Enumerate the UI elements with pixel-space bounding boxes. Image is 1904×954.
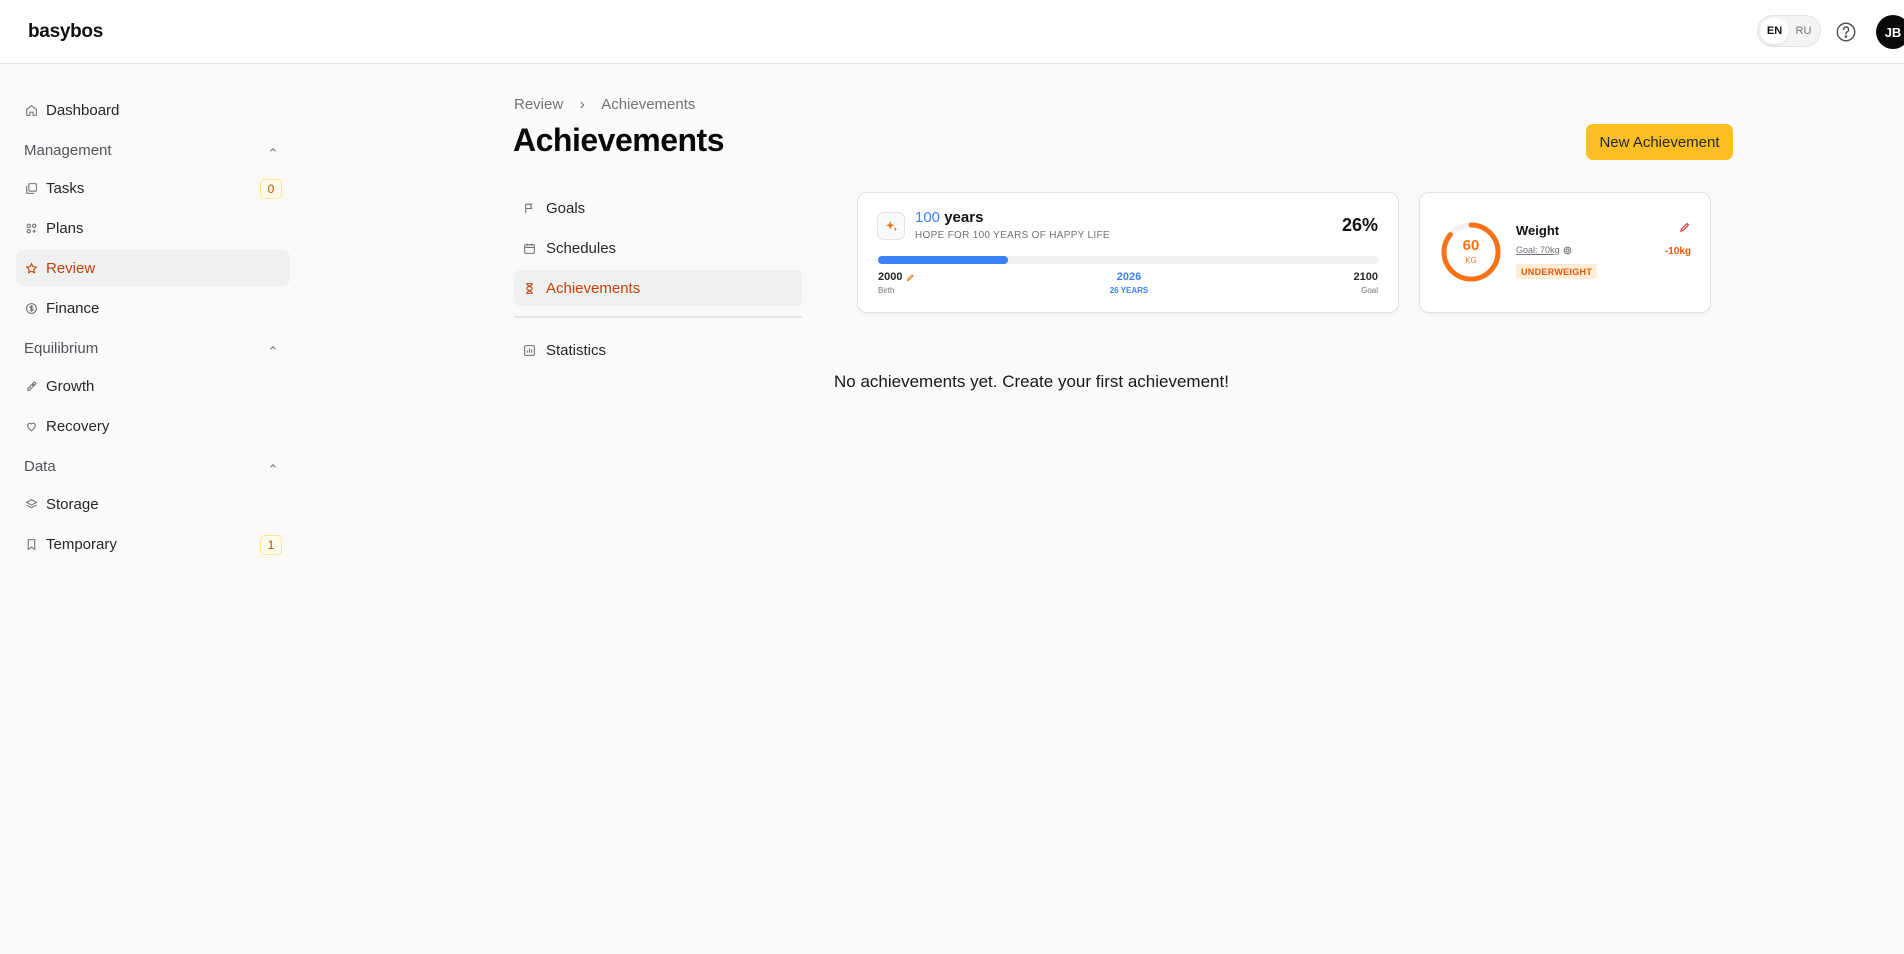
home-icon: [24, 103, 38, 117]
chevron-up-icon: [270, 346, 276, 350]
chart-icon: [522, 343, 536, 357]
dollar-circle-icon: [24, 301, 38, 315]
subnav-item-schedules[interactable]: Schedules: [514, 230, 802, 266]
timeline-start: 2000 Birth: [878, 271, 915, 295]
sidebar-item-growth[interactable]: Growth: [16, 368, 290, 404]
breadcrumb-review-link[interactable]: Review: [514, 96, 563, 113]
sidebar-item-label: Finance: [46, 299, 100, 317]
chevron-up-icon: [270, 464, 276, 468]
timeline-current: 2026 26 YEARS: [1079, 271, 1179, 295]
subnav-item-goals[interactable]: Goals: [514, 190, 802, 226]
start-year: 2000: [878, 271, 903, 283]
sidebar-item-finance[interactable]: Finance: [16, 290, 290, 326]
temporary-count-badge: 1: [260, 535, 282, 555]
bookmark-icon: [24, 537, 38, 551]
weight-goal-text: Goal: 70kg: [1516, 245, 1560, 255]
review-subnav: Goals Schedules Achievements Statistics: [514, 190, 802, 372]
sidebar-item-tasks[interactable]: Tasks 0: [16, 170, 290, 206]
chevron-right-icon: [577, 99, 587, 111]
sidebar-group-label: Equilibrium: [24, 339, 99, 357]
subnav-item-label: Statistics: [546, 341, 607, 359]
weight-value: 60: [1462, 237, 1480, 254]
pencil-icon[interactable]: [1679, 221, 1691, 233]
flag-icon: [522, 201, 536, 215]
weight-status-badge: UNDERWEIGHT: [1516, 264, 1598, 279]
sidebar-item-label: Tasks: [46, 179, 85, 197]
sidebar-group-label: Management: [24, 141, 112, 159]
life-progress-bar: [878, 256, 1379, 264]
end-label: Goal: [1361, 286, 1378, 295]
end-year: 2100: [1353, 271, 1378, 283]
sidebar-group-management[interactable]: Management: [16, 132, 290, 168]
sidebar-item-recovery[interactable]: Recovery: [16, 408, 290, 444]
rocket-icon: [24, 379, 38, 393]
breadcrumb: Review Achievements: [514, 96, 695, 113]
weight-unit: KG: [1465, 256, 1477, 265]
life-goal-number: 100: [915, 209, 941, 226]
calendar-icon: [522, 241, 536, 255]
page-title: Achievements: [513, 122, 724, 158]
subnav-item-label: Schedules: [546, 239, 617, 257]
sidebar-item-label: Plans: [46, 219, 84, 237]
current-label: 26 YEARS: [1109, 286, 1149, 295]
target-icon: [1563, 246, 1571, 254]
chevron-up-icon: [270, 148, 276, 152]
new-achievement-button[interactable]: New Achievement: [1586, 124, 1733, 160]
sidebar-item-label: Dashboard: [46, 101, 120, 119]
subnav-divider: [514, 316, 802, 318]
help-icon[interactable]: [1835, 21, 1857, 43]
tasks-count-badge: 0: [260, 179, 282, 199]
sidebar-group-label: Data: [24, 457, 56, 475]
sidebar-item-label: Temporary: [46, 535, 117, 553]
lang-option-ru[interactable]: RU: [1789, 18, 1818, 44]
sidebar-item-plans[interactable]: Plans: [16, 210, 290, 246]
hourglass-icon: [522, 281, 536, 295]
life-progress-fill: [878, 256, 1009, 264]
weight-card[interactable]: 60 KG Weight Goal: 70kg UNDERWEIGHT -10k…: [1419, 192, 1711, 313]
weight-goal-link[interactable]: Goal: 70kg: [1516, 245, 1572, 255]
weight-title: Weight: [1516, 223, 1560, 238]
heart-icon: [24, 419, 38, 433]
timeline-end: 2100 Goal: [1354, 271, 1378, 295]
current-year: 2026: [1116, 271, 1142, 283]
app-logo[interactable]: basybos: [28, 21, 103, 43]
sidebar-item-label: Recovery: [46, 417, 110, 435]
grid-icon: [24, 221, 38, 235]
layers-icon: [24, 181, 38, 195]
user-avatar[interactable]: JB: [1876, 15, 1904, 49]
sidebar-item-dashboard[interactable]: Dashboard: [16, 92, 290, 128]
sidebar-item-label: Storage: [46, 495, 99, 513]
life-goal-unit: years: [944, 209, 984, 226]
empty-state-message: No achievements yet. Create your first a…: [834, 372, 1229, 391]
stack-icon: [24, 497, 38, 511]
life-goal-percent: 26%: [1341, 215, 1378, 235]
sidebar-item-temporary[interactable]: Temporary 1: [16, 526, 290, 562]
top-bar: basybos EN RU JB: [0, 0, 1904, 64]
sidebar-item-review[interactable]: Review: [16, 250, 290, 286]
life-goal-card[interactable]: 100 years HOPE FOR 100 YEARS OF HAPPY LI…: [857, 192, 1399, 313]
subnav-item-label: Goals: [546, 199, 586, 217]
start-label: Birth: [878, 286, 895, 295]
subnav-item-statistics[interactable]: Statistics: [514, 332, 802, 368]
life-goal-subtitle: HOPE FOR 100 YEARS OF HAPPY LIFE: [915, 230, 1110, 241]
sidebar-item-label: Growth: [46, 377, 95, 395]
weight-difference: -10kg: [1664, 246, 1691, 257]
sidebar-item-label: Review: [46, 259, 96, 277]
sparkles-icon: [877, 212, 905, 240]
breadcrumb-current: Achievements: [601, 96, 696, 113]
sidebar-item-storage[interactable]: Storage: [16, 486, 290, 522]
pencil-icon[interactable]: [906, 273, 915, 282]
star-icon: [24, 261, 38, 275]
sidebar: Dashboard Management Tasks 0 Plans Revie…: [16, 92, 290, 566]
sidebar-group-equilibrium[interactable]: Equilibrium: [16, 330, 290, 366]
sidebar-group-data[interactable]: Data: [16, 448, 290, 484]
language-switch[interactable]: EN RU: [1757, 15, 1821, 47]
subnav-item-label: Achievements: [546, 279, 641, 297]
subnav-item-achievements[interactable]: Achievements: [514, 270, 802, 306]
life-goal-heading: 100 years: [915, 209, 983, 226]
lang-option-en[interactable]: EN: [1760, 18, 1789, 44]
